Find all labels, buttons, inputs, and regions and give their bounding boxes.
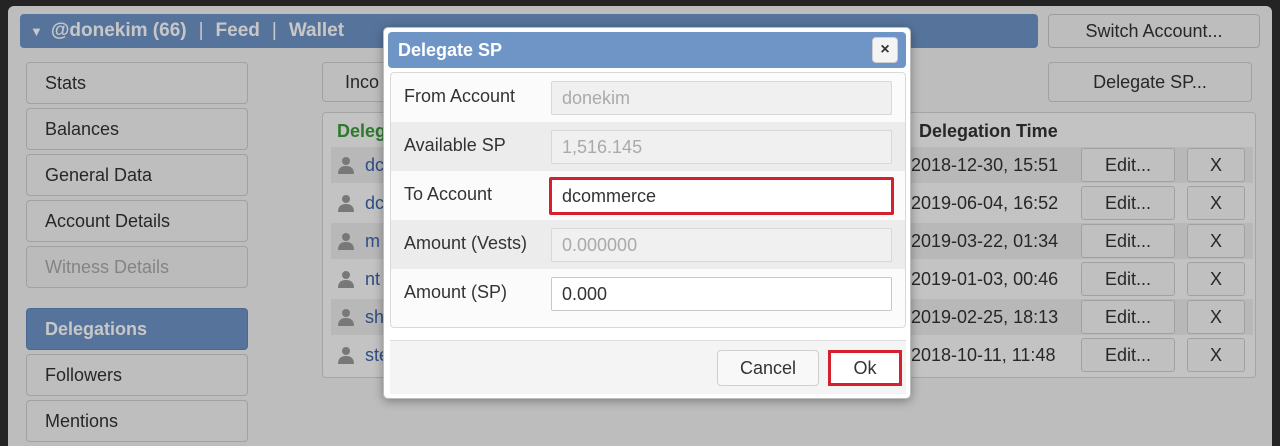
delegate-sp-dialog: Delegate SP × From Account donekim Avail… [383, 27, 911, 399]
from-account-label: From Account [404, 86, 516, 106]
dialog-title-bar: Delegate SP × [388, 32, 906, 68]
to-account-field[interactable]: dcommerce [549, 177, 894, 215]
form-row-to-account: To Account dcommerce [391, 171, 905, 220]
amount-vests-field: 0.000000 [551, 228, 892, 262]
form-row-amount-sp: Amount (SP) 0.000 [391, 269, 905, 318]
amount-vests-label: Amount (Vests) [404, 233, 528, 253]
available-sp-field: 1,516.145 [551, 130, 892, 164]
to-account-label: To Account [404, 184, 493, 204]
dialog-form: From Account donekim Available SP 1,516.… [390, 72, 906, 328]
from-account-field: donekim [551, 81, 892, 115]
ok-button[interactable]: Ok [828, 350, 902, 386]
form-row-from-account: From Account donekim [391, 73, 905, 122]
form-row-available-sp: Available SP 1,516.145 [391, 122, 905, 171]
available-sp-label: Available SP [404, 135, 506, 155]
close-icon[interactable]: × [872, 37, 898, 63]
dialog-footer: Cancel Ok [390, 340, 906, 394]
form-row-amount-vests: Amount (Vests) 0.000000 [391, 220, 905, 269]
dialog-title: Delegate SP [398, 39, 503, 60]
cancel-button[interactable]: Cancel [717, 350, 819, 386]
amount-sp-field[interactable]: 0.000 [551, 277, 892, 311]
amount-sp-label: Amount (SP) [404, 282, 508, 302]
